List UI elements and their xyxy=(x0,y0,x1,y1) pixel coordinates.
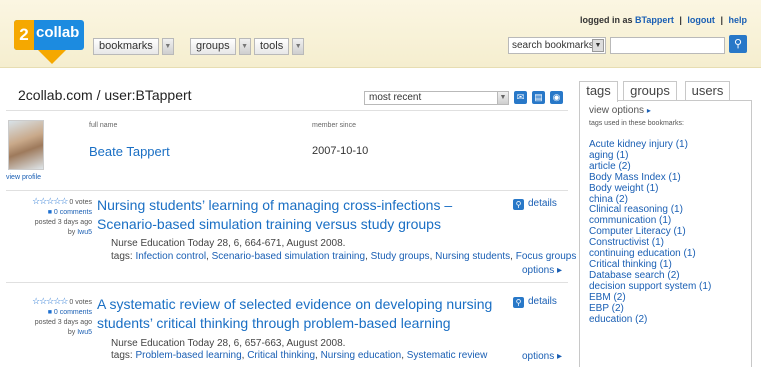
tag-link[interactable]: Critical thinking xyxy=(247,350,315,361)
comment-icon: ■ xyxy=(47,309,52,316)
member-since-label: member since xyxy=(312,122,356,129)
chevron-down-icon[interactable]: ▼ xyxy=(497,92,508,104)
sort-value: most recent xyxy=(369,92,422,103)
votes-count: 0 votes xyxy=(69,299,92,306)
tab-users[interactable]: users xyxy=(685,81,730,100)
options-button[interactable]: options ▸ xyxy=(522,351,562,362)
options-button[interactable]: options ▸ xyxy=(522,265,562,276)
details-button[interactable]: ⚲ details xyxy=(513,198,557,210)
by-label: by xyxy=(67,229,76,236)
entry-title[interactable]: Nursing students’ learning of managing c… xyxy=(97,196,497,234)
details-button[interactable]: ⚲ details xyxy=(513,296,557,308)
tag-item[interactable]: EBP (2) xyxy=(589,303,711,315)
posted-time: posted 3 days ago xyxy=(34,219,92,226)
tags-label: tags: xyxy=(111,251,133,262)
menu-groups-label[interactable]: groups xyxy=(190,38,236,55)
search-scope-select[interactable]: search bookmarks ▼ xyxy=(508,37,606,54)
chevron-down-icon[interactable]: ▼ xyxy=(161,38,174,55)
tag-link[interactable]: Nursing education xyxy=(321,350,402,361)
menu-bookmarks-label[interactable]: bookmarks xyxy=(93,38,159,55)
triangle-right-icon: ▸ xyxy=(646,106,651,115)
tag-link[interactable]: Infection control xyxy=(135,251,206,262)
tag-item[interactable]: EBM (2) xyxy=(589,292,711,304)
logout-link[interactable]: logout xyxy=(687,15,715,25)
entry-tags: tags: Infection control, Scenario-based … xyxy=(111,251,577,262)
chevron-down-icon[interactable]: ▼ xyxy=(592,39,604,52)
menu-tools[interactable]: tools ▼ xyxy=(254,38,305,55)
rating-stars-icon[interactable]: ☆☆☆☆☆ xyxy=(32,196,68,206)
tag-item[interactable]: education (2) xyxy=(589,314,711,326)
entry-meta: ☆☆☆☆☆ 0 votes ■ 0 comments posted 3 days… xyxy=(4,296,92,338)
comment-icon: ■ xyxy=(47,209,52,216)
breadcrumb: 2collab.com / user:BTappert xyxy=(18,87,192,103)
chevron-down-icon[interactable]: ▼ xyxy=(292,38,305,55)
sort-select[interactable]: most recent ▼ xyxy=(364,91,509,105)
rss-icon[interactable]: ◉ xyxy=(550,91,563,104)
tag-cloud-list: Acute kidney injury (1) aging (1) articl… xyxy=(589,139,711,326)
print-icon[interactable]: ▤ xyxy=(532,91,545,104)
rating-stars-icon[interactable]: ☆☆☆☆☆ xyxy=(32,296,68,306)
details-label: details xyxy=(528,198,557,209)
tag-link[interactable]: Problem-based learning xyxy=(135,350,241,361)
author-link[interactable]: Iwu5 xyxy=(77,329,92,336)
top-header xyxy=(0,0,761,68)
author-link[interactable]: Iwu5 xyxy=(77,229,92,236)
entry-citation: Nurse Education Today 28, 6, 664-671, Au… xyxy=(111,238,346,249)
member-since-value: 2007-10-10 xyxy=(312,145,369,157)
tag-item[interactable]: Body Mass Index (1) xyxy=(589,172,711,184)
search-scope-value: search bookmarks xyxy=(512,40,594,51)
view-options-link[interactable]: view options ▸ xyxy=(589,105,651,116)
help-link[interactable]: help xyxy=(728,15,747,25)
entry-title[interactable]: A systematic review of selected evidence… xyxy=(97,295,497,333)
tag-link[interactable]: Study groups xyxy=(371,251,430,262)
tag-link[interactable]: Nursing students xyxy=(435,251,510,262)
search-icon: ⚲ xyxy=(513,199,524,210)
menu-groups[interactable]: groups ▼ xyxy=(190,38,251,55)
votes-count: 0 votes xyxy=(69,199,92,206)
search-input[interactable] xyxy=(610,37,725,54)
view-profile-link[interactable]: view profile xyxy=(6,174,41,181)
username-link[interactable]: BTappert xyxy=(635,15,674,25)
user-bar: logged in as BTappert | logout | help xyxy=(579,15,747,25)
details-label: details xyxy=(528,296,557,307)
menu-tools-label[interactable]: tools xyxy=(254,38,290,55)
tag-link[interactable]: Focus groups xyxy=(516,251,577,262)
profile-name: Beate Tappert xyxy=(89,144,170,159)
entry-meta: ☆☆☆☆☆ 0 votes ■ 0 comments posted 3 days… xyxy=(4,196,92,238)
comments-link[interactable]: 0 comments xyxy=(54,309,92,316)
divider xyxy=(6,190,568,191)
entry-citation: Nurse Education Today 28, 6, 657-663, Au… xyxy=(111,338,346,349)
by-label: by xyxy=(67,329,76,336)
comments-link[interactable]: 0 comments xyxy=(54,209,92,216)
tag-link[interactable]: Systematic review xyxy=(407,350,488,361)
tags-label: tags: xyxy=(111,350,133,361)
chevron-down-icon[interactable]: ▼ xyxy=(238,38,251,55)
tags-used-label: tags used in these bookmarks: xyxy=(589,120,684,127)
logo-2collab[interactable]: 2 collab xyxy=(14,20,84,66)
logo-number: 2 xyxy=(14,20,34,50)
avatar[interactable] xyxy=(8,120,44,170)
menu-bookmarks[interactable]: bookmarks ▼ xyxy=(93,38,174,55)
divider xyxy=(6,110,568,111)
posted-time: posted 3 days ago xyxy=(34,319,92,326)
tab-tags[interactable]: tags xyxy=(579,81,618,102)
entry-tags: tags: Problem-based learning, Critical t… xyxy=(111,350,488,361)
search-icon[interactable]: ⚲ xyxy=(729,35,747,53)
logo-tail xyxy=(38,50,66,64)
logo-word: collab xyxy=(36,24,80,41)
tab-groups[interactable]: groups xyxy=(623,81,677,100)
login-text: logged in as xyxy=(579,15,633,25)
full-name-label: full name xyxy=(89,122,118,129)
email-icon[interactable]: ✉ xyxy=(514,91,527,104)
search-icon: ⚲ xyxy=(513,297,524,308)
tag-item[interactable]: Body weight (1) xyxy=(589,183,711,195)
view-options-label[interactable]: view options xyxy=(589,105,644,116)
divider xyxy=(6,282,568,283)
tag-link[interactable]: Scenario-based simulation training xyxy=(212,251,365,262)
